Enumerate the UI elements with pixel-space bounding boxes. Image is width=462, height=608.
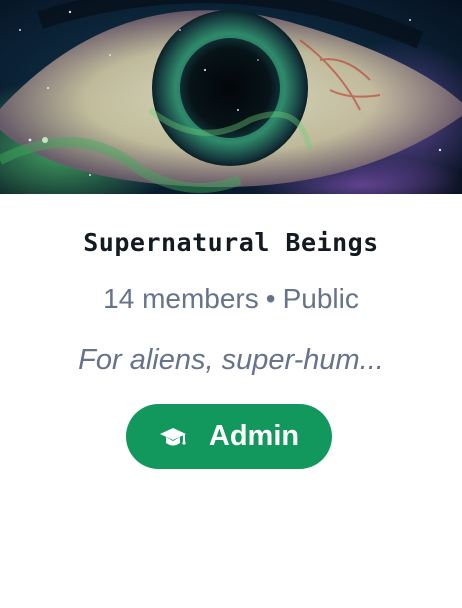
group-description: For aliens, super-hum... [78, 344, 384, 376]
group-cover-image[interactable] [0, 0, 462, 194]
cosmic-eye-image [0, 0, 462, 194]
graduation-cap-icon [159, 423, 187, 451]
member-count: 14 members [103, 283, 259, 314]
group-card[interactable]: Supernatural Beings 14 members • Public Fo… [0, 0, 462, 608]
role-label: Admin [208, 420, 300, 452]
meta-separator: • [265, 283, 276, 314]
group-meta: 14 members • Public [0, 283, 462, 315]
visibility-label: Public [282, 283, 359, 314]
admin-role-button[interactable]: Admin [126, 404, 332, 469]
group-name[interactable]: Supernatural Beings [0, 228, 462, 257]
